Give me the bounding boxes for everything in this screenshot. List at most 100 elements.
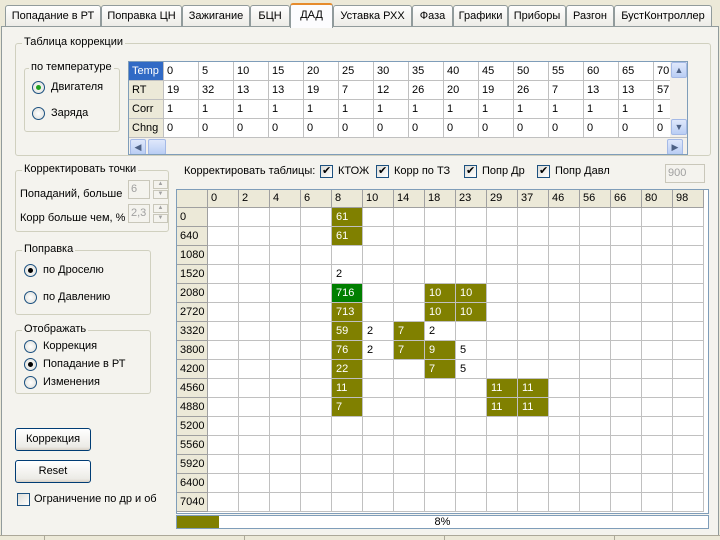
radio-by-throttle[interactable] <box>24 264 37 277</box>
correction-cell[interactable]: 13 <box>234 81 269 100</box>
corr-percent-input[interactable]: 2,3 <box>128 204 150 223</box>
correction-cell[interactable]: 20 <box>444 81 479 100</box>
correction-cell[interactable]: 35 <box>409 62 444 81</box>
correction-cell[interactable]: 1 <box>234 100 269 119</box>
tab-10[interactable]: БустКонтроллер <box>614 5 712 27</box>
correction-cell[interactable]: 20 <box>304 62 339 81</box>
correction-cell[interactable]: 0 <box>584 119 619 138</box>
hits-input[interactable]: 6 <box>128 180 150 199</box>
correction-cell[interactable]: 25 <box>339 62 374 81</box>
radio-show-changes[interactable] <box>24 376 37 389</box>
correction-cell[interactable]: 7 <box>549 81 584 100</box>
correction-cell[interactable]: 13 <box>584 81 619 100</box>
check-popr-davl[interactable] <box>537 164 550 178</box>
correction-cell[interactable]: 0 <box>199 119 234 138</box>
grid-cell[interactable]: 11 <box>518 398 548 416</box>
correction-cell[interactable]: 0 <box>549 119 584 138</box>
grid-cell[interactable]: 7 <box>394 341 424 359</box>
grid-cell[interactable]: 5 <box>456 341 486 359</box>
correction-cell[interactable]: 1 <box>304 100 339 119</box>
correction-cell[interactable]: 10 <box>234 62 269 81</box>
correction-cell[interactable]: 1 <box>199 100 234 119</box>
correction-cell[interactable]: 26 <box>514 81 549 100</box>
scroll-left-icon[interactable]: ◀ <box>130 139 146 154</box>
grid-cell[interactable]: 10 <box>425 284 455 302</box>
correction-cell[interactable]: 19 <box>164 81 199 100</box>
correction-cell[interactable]: 12 <box>374 81 409 100</box>
correction-cell[interactable]: 1 <box>409 100 444 119</box>
correction-cell[interactable]: 1 <box>514 100 549 119</box>
grid-cell[interactable]: 11 <box>487 379 517 397</box>
correction-cell[interactable]: 0 <box>304 119 339 138</box>
correction-cell[interactable]: 1 <box>584 100 619 119</box>
grid-cell[interactable]: 7 <box>425 360 455 378</box>
tab-3[interactable]: БЦН <box>250 5 290 27</box>
grid-cell[interactable]: 2 <box>425 322 455 340</box>
grid-cell[interactable]: 10 <box>456 284 486 302</box>
scroll-thumb[interactable] <box>148 139 166 154</box>
grid-cell[interactable]: 2 <box>332 265 362 283</box>
grid-cell[interactable]: 9 <box>425 341 455 359</box>
grid-cell[interactable]: 59 <box>332 322 362 340</box>
tab-4[interactable]: ДАД <box>290 3 333 28</box>
correction-cell[interactable]: 0 <box>164 62 199 81</box>
scroll-down-icon[interactable]: ▼ <box>671 119 687 135</box>
correction-cell[interactable]: 19 <box>479 81 514 100</box>
correction-cell[interactable]: 55 <box>549 62 584 81</box>
scroll-right-icon[interactable]: ▶ <box>667 139 683 154</box>
grid-cell[interactable]: 716 <box>332 284 362 302</box>
check-ktozh[interactable] <box>320 164 333 178</box>
grid-cell[interactable]: 76 <box>332 341 362 359</box>
correction-cell[interactable]: 0 <box>339 119 374 138</box>
radio-engine-temp[interactable] <box>32 81 45 94</box>
hits-spin-up[interactable]: ▲ <box>153 180 168 189</box>
correction-cell[interactable]: 0 <box>444 119 479 138</box>
correction-button[interactable]: Коррекция <box>15 428 91 451</box>
correction-cell[interactable]: 45 <box>479 62 514 81</box>
correction-cell[interactable]: 19 <box>304 81 339 100</box>
correction-cell[interactable]: 0 <box>514 119 549 138</box>
tab-1[interactable]: Поправка ЦН <box>101 5 182 27</box>
correction-cell[interactable]: 0 <box>619 119 654 138</box>
grid-cell[interactable]: 2 <box>363 341 393 359</box>
reset-button[interactable]: Reset <box>15 460 91 483</box>
correction-cell[interactable]: 1 <box>619 100 654 119</box>
correction-cell[interactable]: 1 <box>269 100 304 119</box>
correction-cell[interactable]: 13 <box>619 81 654 100</box>
corr-spin-down[interactable]: ▼ <box>153 214 168 223</box>
tab-2[interactable]: Зажигание <box>182 5 250 27</box>
check-korr-tz[interactable] <box>376 164 389 178</box>
radio-show-hits[interactable] <box>24 358 37 371</box>
grid-cell[interactable]: 7 <box>394 322 424 340</box>
correction-cell[interactable]: 30 <box>374 62 409 81</box>
grid-cell[interactable]: 713 <box>332 303 362 321</box>
correction-cell[interactable]: 0 <box>479 119 514 138</box>
tab-9[interactable]: Разгон <box>566 5 614 27</box>
correction-cell[interactable]: 7 <box>339 81 374 100</box>
correction-cell[interactable]: 1 <box>479 100 514 119</box>
correction-cell[interactable]: 1 <box>549 100 584 119</box>
correction-grid[interactable]: Temp 0 5 10 15 20 25 30 35 40 45 50 55 60 65 70 RT 19 32 13… <box>128 61 688 155</box>
grid-cell[interactable]: 2 <box>363 322 393 340</box>
correction-cell[interactable]: 1 <box>339 100 374 119</box>
radio-show-correction[interactable] <box>24 340 37 353</box>
correction-hscroll[interactable] <box>129 138 687 154</box>
correction-cell[interactable]: 0 <box>409 119 444 138</box>
correction-cell[interactable]: 50 <box>514 62 549 81</box>
correction-cell[interactable]: 0 <box>234 119 269 138</box>
correction-cell[interactable]: 0 <box>374 119 409 138</box>
grid-cell[interactable]: 11 <box>518 379 548 397</box>
correction-cell[interactable]: 26 <box>409 81 444 100</box>
correction-cell[interactable]: 32 <box>199 81 234 100</box>
correction-cell[interactable]: 40 <box>444 62 479 81</box>
grid-cell[interactable]: 61 <box>332 227 362 245</box>
correction-cell[interactable]: 60 <box>584 62 619 81</box>
main-grid[interactable]: 0 2 4 6 8 10 14 18 23 29 37 46 56 66 80 98 0 640 1080 1520 2… <box>176 189 709 514</box>
correction-cell[interactable]: 5 <box>199 62 234 81</box>
correction-cell[interactable]: 13 <box>269 81 304 100</box>
radio-by-pressure[interactable] <box>24 291 37 304</box>
correction-cell[interactable]: 1 <box>444 100 479 119</box>
tab-7[interactable]: Графики <box>453 5 508 27</box>
radio-charge-temp[interactable] <box>32 107 45 120</box>
grid-cell[interactable]: 11 <box>487 398 517 416</box>
